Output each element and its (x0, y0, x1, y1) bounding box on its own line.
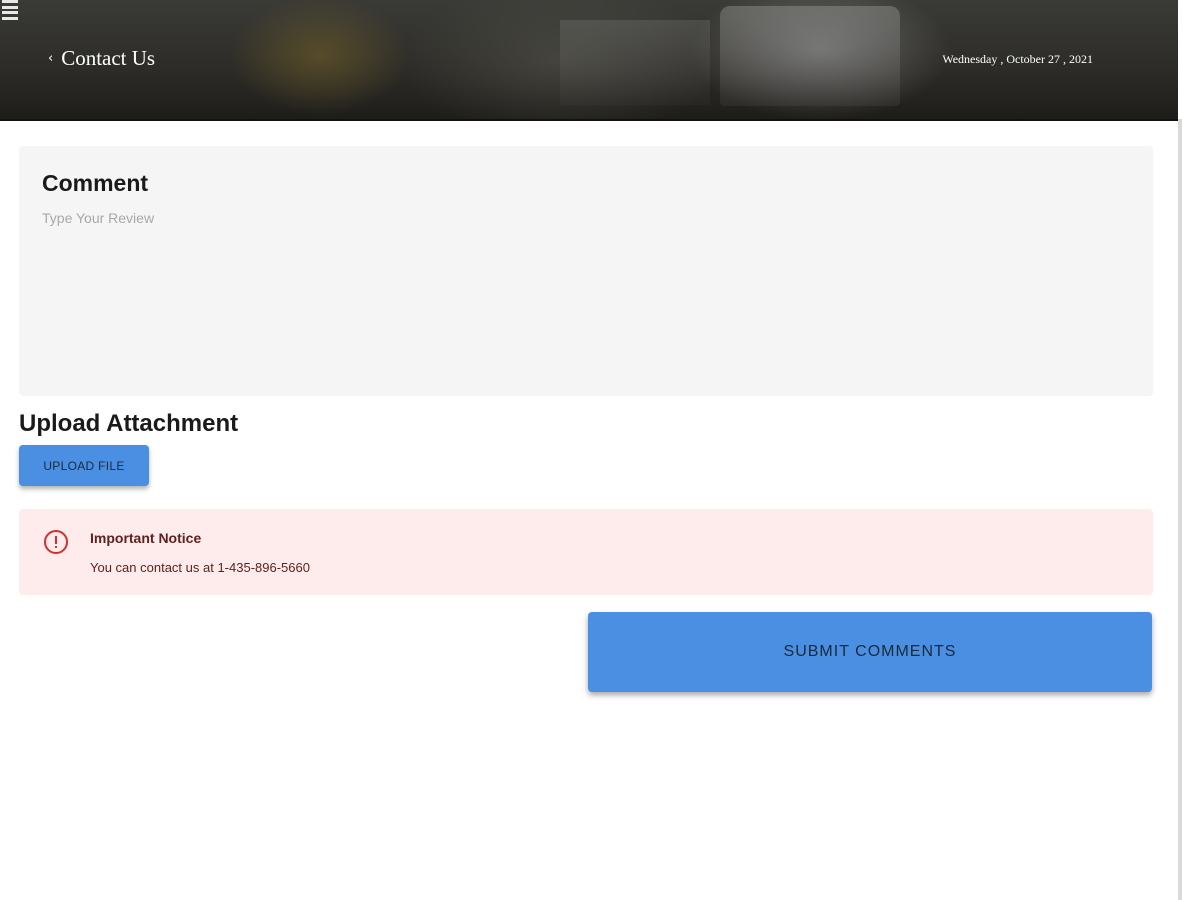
important-notice-alert: Important Notice You can contact us at 1… (19, 509, 1153, 595)
notice-text: You can contact us at 1-435-896-5660 (90, 560, 310, 575)
scrollbar-track[interactable] (1178, 119, 1182, 900)
upload-attachment-heading: Upload Attachment (19, 410, 239, 437)
back-button[interactable]: ‹ Contact Us (48, 46, 155, 71)
upload-file-button-label: UPLOAD FILE (43, 458, 125, 473)
submit-comments-button-label: SUBMIT COMMENTS (783, 643, 957, 660)
chevron-left-icon: ‹ (48, 51, 54, 66)
alert-circle-icon (44, 530, 68, 554)
header-background-truck (720, 6, 900, 106)
upload-file-button[interactable]: UPLOAD FILE (19, 445, 149, 486)
submit-comments-button[interactable]: SUBMIT COMMENTS (588, 612, 1152, 692)
notice-title: Important Notice (90, 530, 202, 546)
header-banner: ‹ Contact Us Wednesday , October 27 , 20… (0, 0, 1178, 121)
page-title: Contact Us (61, 46, 156, 70)
comment-label: Comment (42, 170, 149, 196)
header-date: Wednesday , October 27 , 2021 (942, 52, 1093, 66)
comment-textarea[interactable] (42, 210, 1122, 380)
hamburger-menu-icon[interactable] (2, 0, 18, 20)
comment-card: Comment (19, 146, 1153, 396)
header-background-trailer (560, 20, 710, 105)
